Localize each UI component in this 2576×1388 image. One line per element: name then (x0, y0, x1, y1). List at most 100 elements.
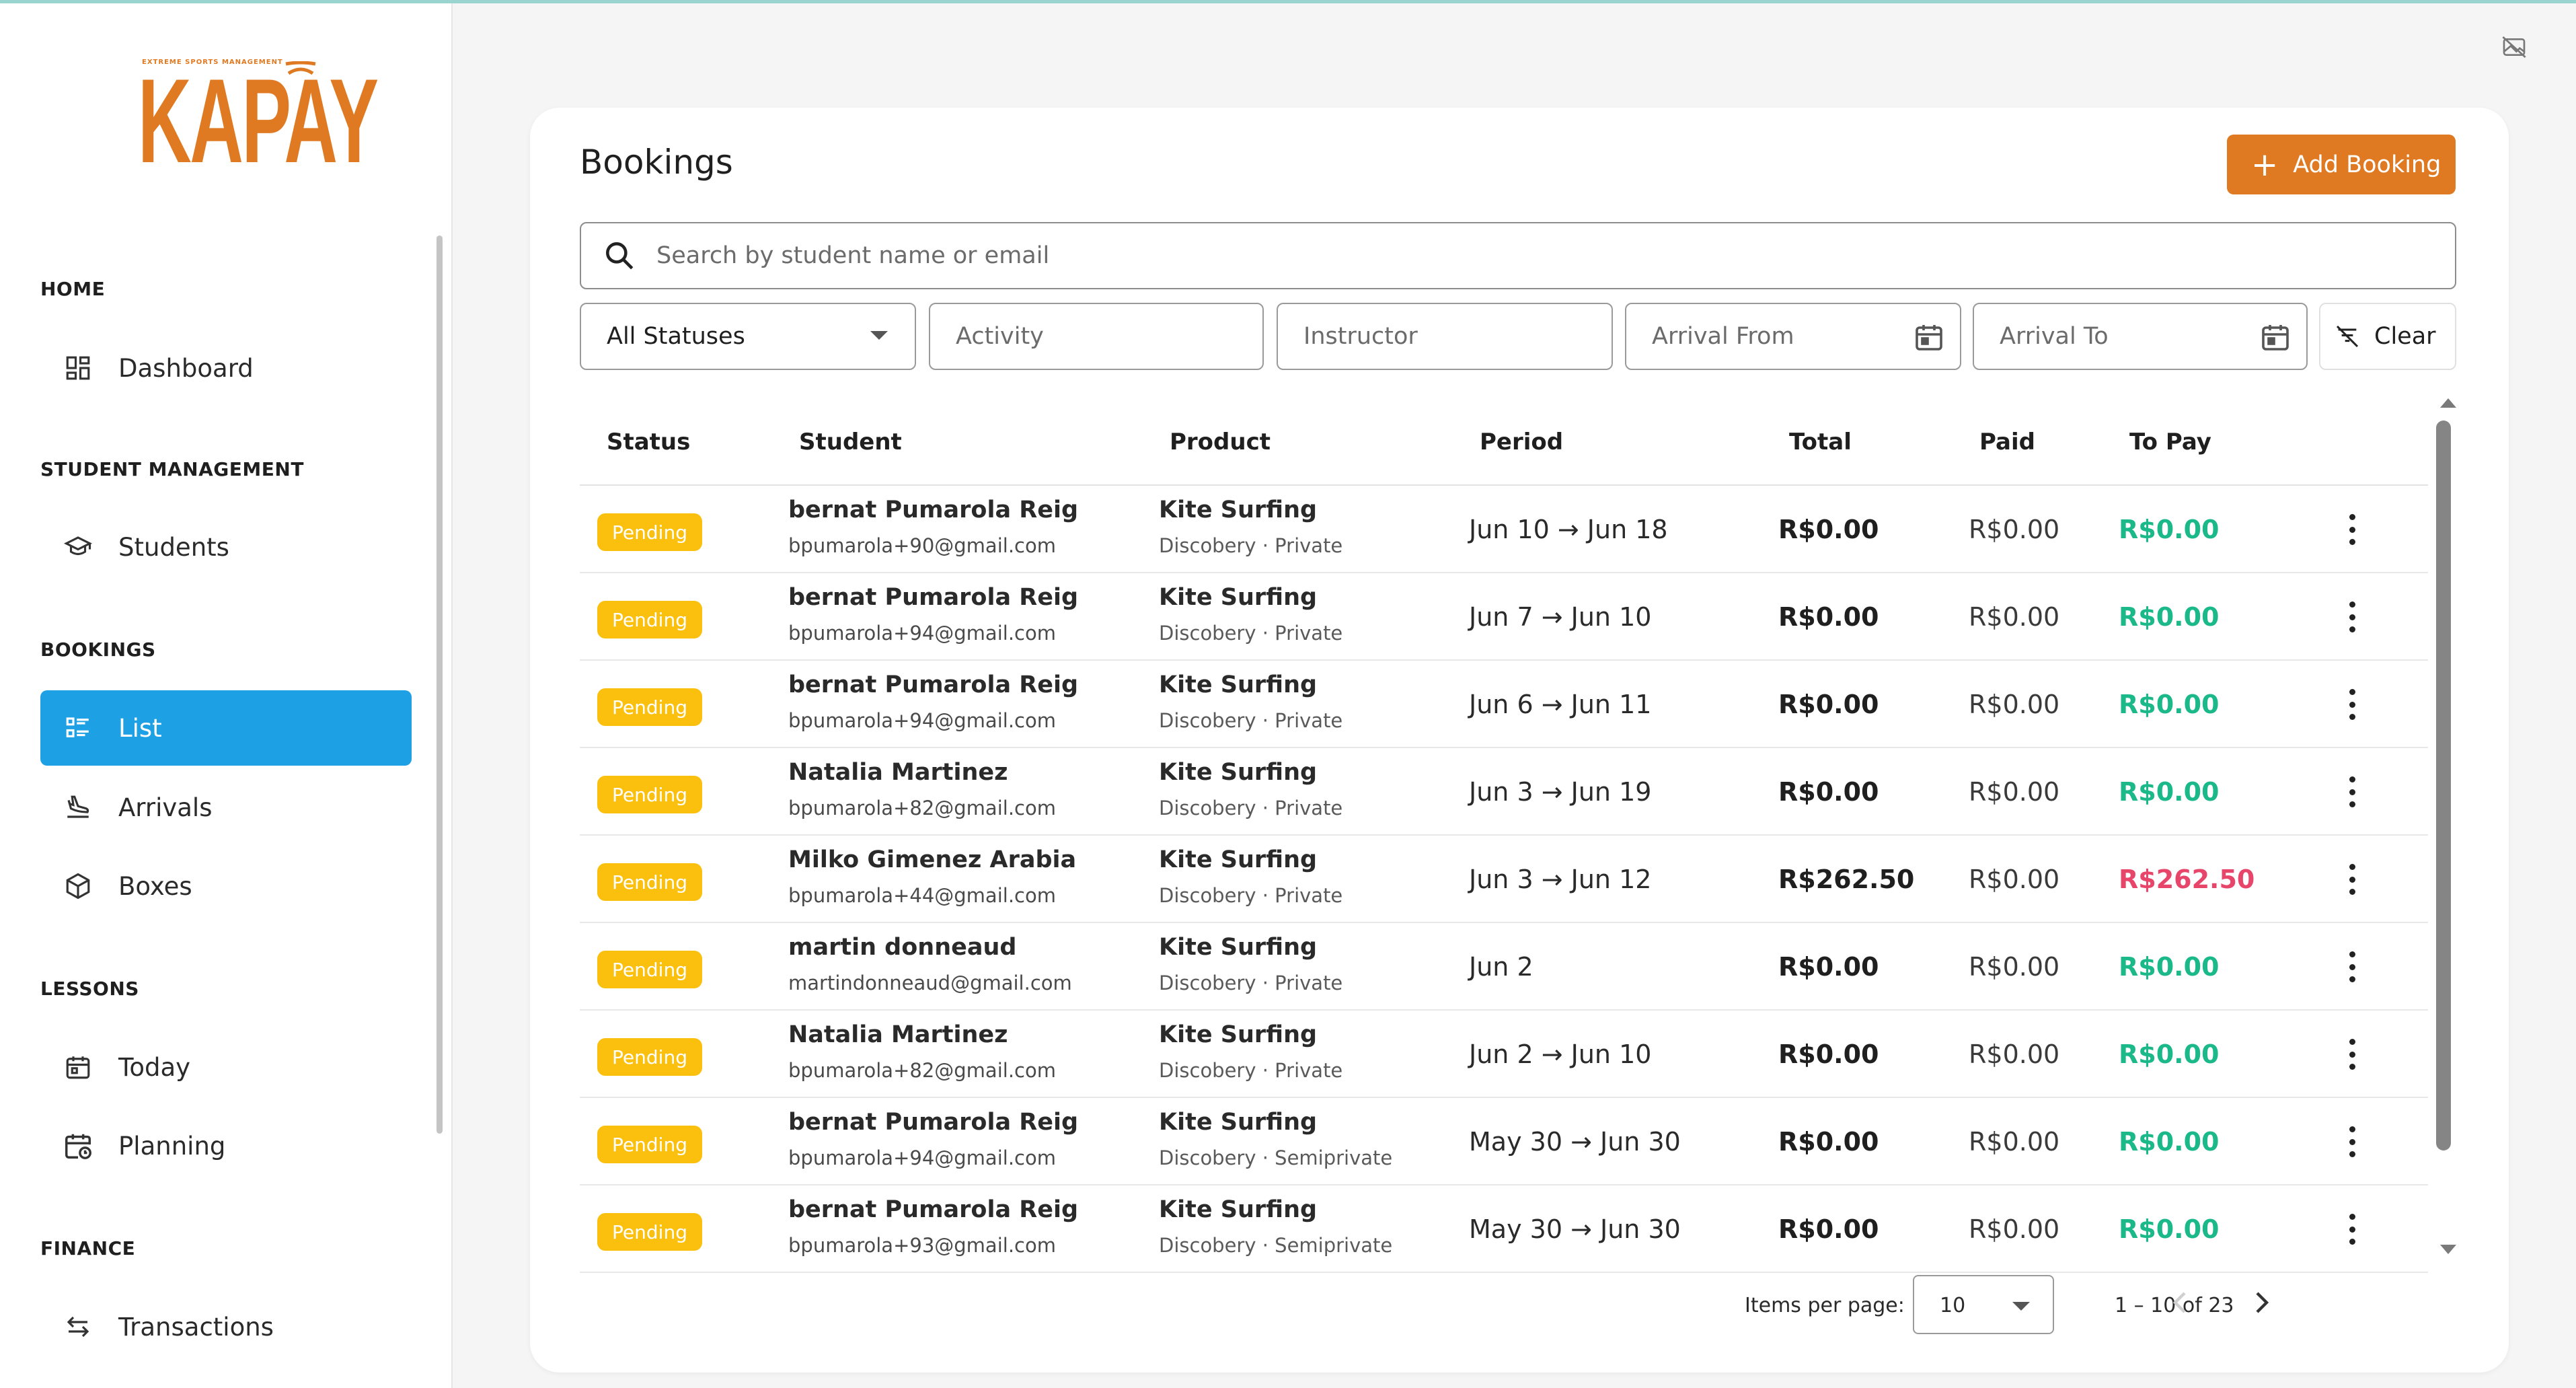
column-total[interactable]: Total (1789, 429, 1852, 455)
instructor-input[interactable]: Instructor (1277, 303, 1613, 370)
add-booking-button[interactable]: + Add Booking (2227, 135, 2456, 194)
plane-landing-icon (61, 790, 96, 825)
search-box[interactable] (580, 222, 2456, 289)
table-row[interactable]: Pending martin donneaud martindonneaud@gma… (580, 923, 2428, 1011)
image-off-icon[interactable] (2501, 34, 2528, 61)
activity-input[interactable]: Activity (929, 303, 1264, 370)
scroll-down-arrow[interactable] (2440, 1245, 2456, 1254)
status-badge: Pending (597, 601, 702, 638)
booking-period: Jun 6 → Jun 11 (1469, 690, 1652, 719)
sidebar-item-planning[interactable]: Planning (40, 1108, 412, 1183)
next-page-icon[interactable] (2245, 1286, 2277, 1319)
sidebar-item-label: Transactions (118, 1312, 274, 1342)
product-name: Kite Surfing (1159, 584, 1318, 611)
student-name[interactable]: Milko Gimenez Arabia (788, 846, 1076, 873)
column-paid[interactable]: Paid (1979, 429, 2035, 455)
section-finance: FINANCE (40, 1237, 136, 1259)
table-row[interactable]: Pending bernat Pumarola Reig bpumarola+94@… (580, 573, 2428, 661)
sidebar-item-dashboard[interactable]: Dashboard (40, 330, 412, 406)
calendar-icon[interactable] (1913, 321, 1945, 353)
items-per-page-select[interactable]: 10 (1913, 1275, 2054, 1334)
more-options-icon[interactable] (2339, 600, 2365, 634)
chevron-down-icon (2012, 1302, 2030, 1311)
sidebar-item-boxes[interactable]: Boxes (40, 848, 412, 924)
arrival-to-placeholder: Arrival To (2000, 323, 2109, 350)
booking-paid: R$0.00 (1969, 690, 2060, 719)
table-row[interactable]: Pending bernat Pumarola Reig bpumarola+94@… (580, 661, 2428, 748)
sidebar-item-label: List (118, 713, 162, 743)
more-options-icon[interactable] (2339, 513, 2365, 546)
scroll-up-arrow[interactable] (2440, 398, 2456, 408)
table-row[interactable]: Pending Natalia Martinez bpumarola+82@gmai… (580, 1011, 2428, 1098)
table-row[interactable]: Pending bernat Pumarola Reig bpumarola+93@… (580, 1185, 2428, 1273)
product-name: Kite Surfing (1159, 846, 1318, 873)
arrival-from-input[interactable]: Arrival From (1625, 303, 1961, 370)
status-badge: Pending (597, 951, 702, 988)
more-options-icon[interactable] (2339, 863, 2365, 896)
sidebar-scrollbar[interactable] (437, 235, 443, 1134)
booking-to-pay: R$0.00 (2119, 1214, 2220, 1244)
sidebar-item-list[interactable]: List (40, 690, 412, 766)
add-booking-label: Add Booking (2293, 151, 2441, 178)
student-name[interactable]: bernat Pumarola Reig (788, 1196, 1078, 1223)
product-detail: Discobery · Private (1159, 972, 1343, 994)
plus-icon: + (2251, 145, 2279, 184)
dashboard-icon (61, 351, 96, 386)
sidebar-item-students[interactable]: Students (40, 509, 412, 585)
column-status[interactable]: Status (607, 429, 690, 455)
student-name[interactable]: Natalia Martinez (788, 1021, 1008, 1048)
section-bookings: BOOKINGS (40, 638, 156, 661)
student-name[interactable]: bernat Pumarola Reig (788, 497, 1078, 523)
search-input[interactable] (656, 242, 2405, 269)
booking-total: R$0.00 (1778, 1214, 1879, 1244)
product-name: Kite Surfing (1159, 934, 1318, 961)
more-options-icon[interactable] (2339, 1212, 2365, 1246)
column-student[interactable]: Student (799, 429, 902, 455)
more-options-icon[interactable] (2339, 775, 2365, 809)
arrival-to-input[interactable]: Arrival To (1973, 303, 2308, 370)
student-name[interactable]: bernat Pumarola Reig (788, 584, 1078, 611)
booking-to-pay: R$0.00 (2119, 777, 2220, 807)
booking-period: Jun 3 → Jun 19 (1469, 777, 1652, 807)
swap-arrows-icon (61, 1309, 96, 1344)
column-period[interactable]: Period (1480, 429, 1563, 455)
chevron-down-icon (870, 331, 888, 340)
booking-paid: R$0.00 (1969, 602, 2060, 632)
status-select[interactable]: All Statuses (580, 303, 916, 370)
student-email: bpumarola+93@gmail.com (788, 1234, 1056, 1257)
table-row[interactable]: Pending bernat Pumarola Reig bpumarola+90@… (580, 486, 2428, 573)
student-name[interactable]: Natalia Martinez (788, 759, 1008, 786)
previous-page-icon[interactable] (2164, 1286, 2197, 1319)
table-row[interactable]: Pending bernat Pumarola Reig bpumarola+94@… (580, 1098, 2428, 1185)
bookings-card: Bookings + Add Booking All Statuses Acti… (530, 108, 2509, 1373)
table-scrollbar[interactable] (2436, 421, 2451, 1150)
status-badge: Pending (597, 1126, 702, 1163)
booking-to-pay: R$0.00 (2119, 952, 2220, 982)
clear-filters-button[interactable]: Clear (2319, 303, 2456, 370)
calendar-icon[interactable] (2259, 321, 2291, 353)
column-to-pay[interactable]: To Pay (2129, 429, 2211, 455)
product-name: Kite Surfing (1159, 1109, 1318, 1136)
student-name[interactable]: bernat Pumarola Reig (788, 671, 1078, 698)
sidebar-item-today[interactable]: Today (40, 1029, 412, 1105)
more-options-icon[interactable] (2339, 1037, 2365, 1071)
column-product[interactable]: Product (1170, 429, 1271, 455)
table-row[interactable]: Pending Milko Gimenez Arabia bpumarola+44@… (580, 836, 2428, 923)
sidebar-item-label: Boxes (118, 871, 192, 901)
calendar-icon (61, 1050, 96, 1085)
more-options-icon[interactable] (2339, 1125, 2365, 1159)
product-detail: Discobery · Private (1159, 884, 1343, 907)
sidebar-item-transactions[interactable]: Transactions (40, 1289, 412, 1364)
student-name[interactable]: bernat Pumarola Reig (788, 1109, 1078, 1136)
more-options-icon[interactable] (2339, 688, 2365, 721)
table-row[interactable]: Pending Natalia Martinez bpumarola+82@gmai… (580, 748, 2428, 836)
logo-hat-mark (285, 61, 316, 75)
product-detail: Discobery · Private (1159, 797, 1343, 819)
box-icon (61, 869, 96, 904)
student-name[interactable]: martin donneaud (788, 934, 1016, 961)
more-options-icon[interactable] (2339, 950, 2365, 984)
booking-total: R$0.00 (1778, 602, 1879, 632)
booking-paid: R$0.00 (1969, 777, 2060, 807)
calendar-clock-icon (61, 1128, 96, 1163)
sidebar-item-arrivals[interactable]: Arrivals (40, 770, 412, 845)
